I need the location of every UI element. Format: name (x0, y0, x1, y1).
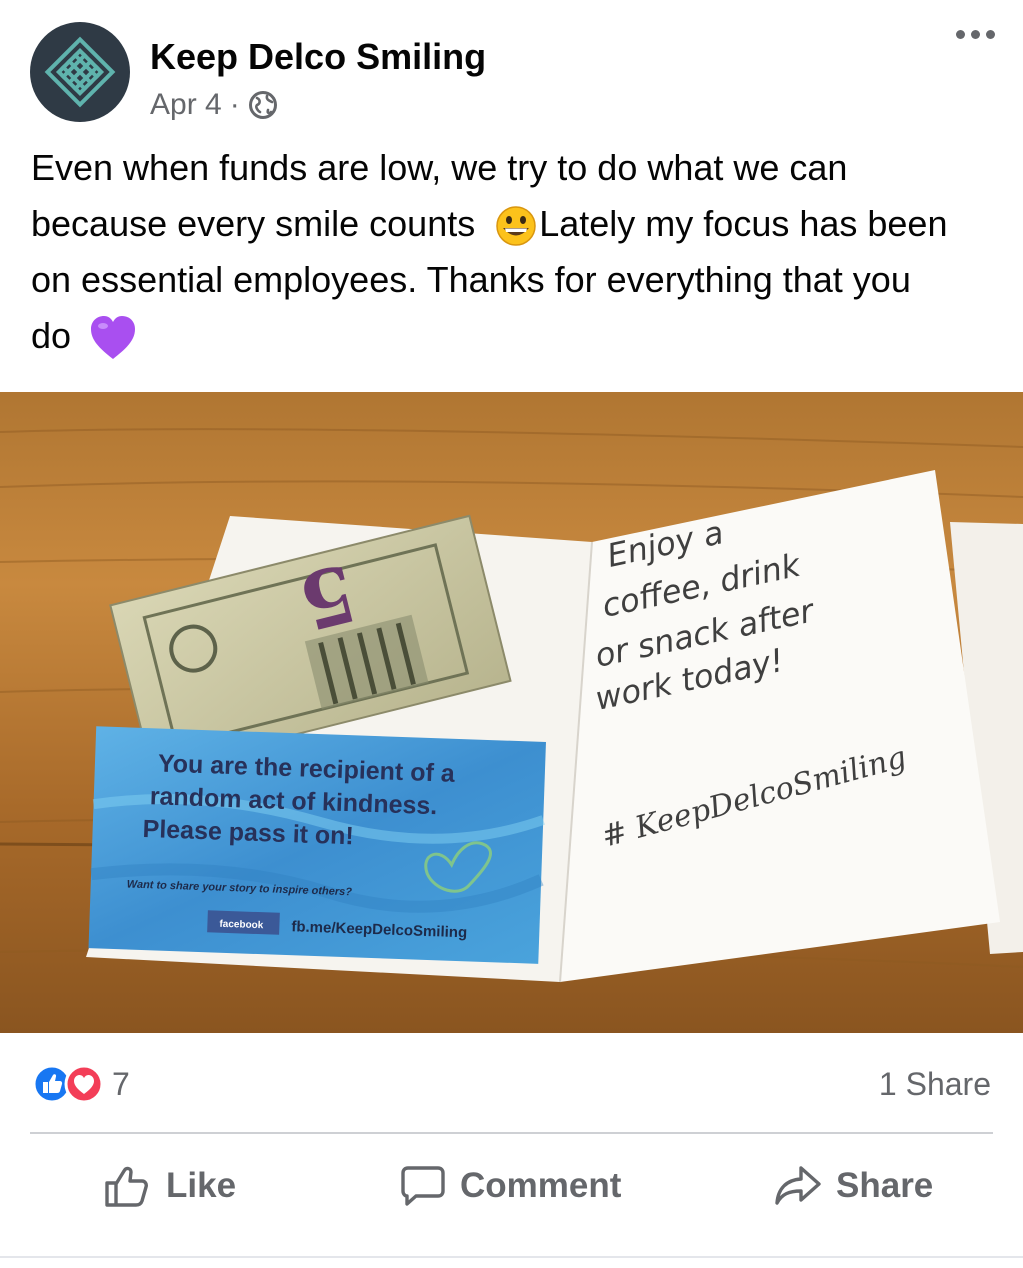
reactions-summary[interactable]: 7 (32, 1064, 130, 1104)
page-name[interactable]: Keep Delco Smiling (150, 36, 486, 78)
grinning-face-emoji-icon (496, 206, 536, 247)
bottom-divider (0, 1256, 1023, 1258)
post-text-line: Even when funds are low, we try to do wh… (31, 147, 848, 188)
share-button[interactable]: Share (774, 1150, 933, 1222)
kindness-card: You are the recipient of a random act of… (88, 726, 546, 964)
endless-knot-logo-icon (44, 36, 116, 108)
thumbs-up-icon (105, 1166, 148, 1207)
more-options-button[interactable] (956, 30, 995, 39)
card-facebook-badge: facebook (219, 919, 264, 932)
comment-label: Comment (460, 1166, 622, 1205)
like-label: Like (166, 1166, 237, 1205)
reaction-count: 7 (112, 1065, 130, 1102)
post-text-fragment: Lately my focus has been (539, 203, 948, 244)
share-arrow-icon (775, 1166, 821, 1205)
post-header: Keep Delco Smiling Apr 4 · (0, 0, 1023, 130)
purple-heart-emoji-icon (91, 316, 136, 360)
divider (30, 1132, 993, 1134)
globe-icon[interactable] (248, 90, 278, 120)
post-text-fragment: because every smile counts (31, 203, 476, 244)
share-count[interactable]: 1 Share (879, 1066, 991, 1103)
post-text: Even when funds are low, we try to do wh… (31, 140, 1001, 364)
meta-separator: · (229, 88, 240, 121)
comment-icon (401, 1166, 445, 1206)
like-button[interactable]: Like (104, 1150, 236, 1222)
post-text-line: do (31, 308, 1001, 364)
love-reaction-icon (64, 1064, 104, 1104)
page-avatar[interactable] (30, 22, 130, 122)
photo-illustration: 5 You are the recipient of a random act … (0, 392, 1023, 1033)
dot-icon (956, 30, 965, 39)
post-text-fragment: do (31, 315, 72, 356)
dot-icon (986, 30, 995, 39)
post-text-line: on essential employees. Thanks for every… (31, 259, 911, 300)
action-bar: Like Comment Share (0, 1150, 1023, 1222)
post-date[interactable]: Apr 4 (150, 88, 222, 122)
post-meta: Apr 4 · (150, 88, 278, 122)
comment-button[interactable]: Comment (400, 1150, 621, 1222)
dot-icon (971, 30, 980, 39)
post-photo[interactable]: 5 You are the recipient of a random act … (0, 392, 1023, 1033)
post-text-line: because every smile counts Lately my foc… (31, 196, 1001, 252)
share-label: Share (836, 1166, 934, 1205)
